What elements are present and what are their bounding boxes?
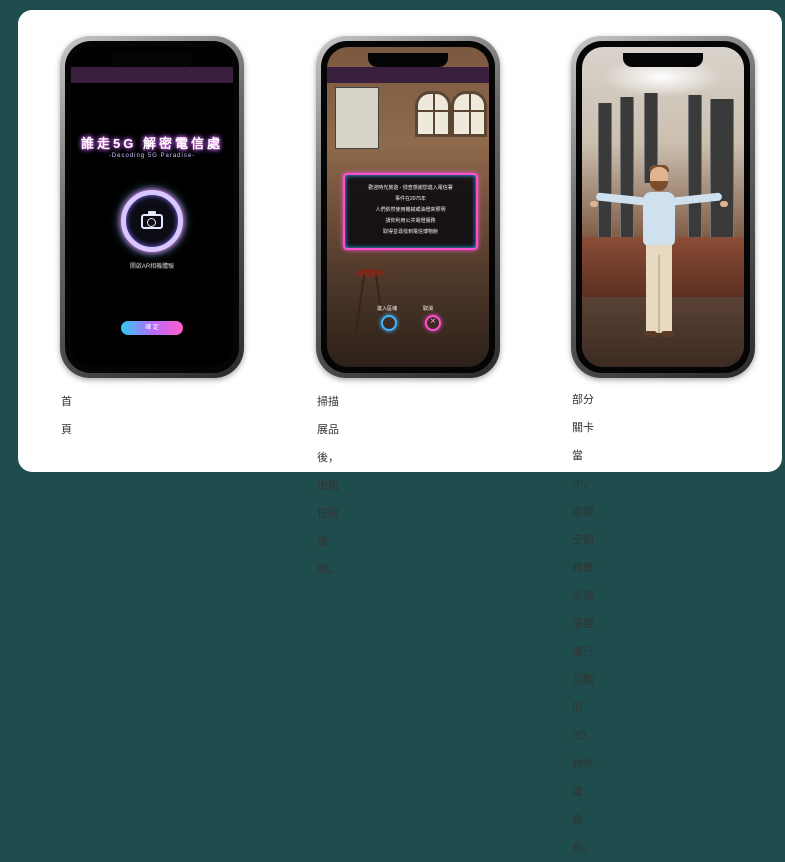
arched-window xyxy=(451,91,487,137)
enter-button[interactable] xyxy=(381,315,397,331)
phone-notch xyxy=(368,53,448,67)
equipment-rack xyxy=(688,95,702,245)
close-icon: × xyxy=(430,316,436,327)
arched-window xyxy=(415,91,451,137)
dialog-line: 請你利用公共電燈服務 xyxy=(385,218,436,224)
equipment-rack xyxy=(620,97,634,257)
camera-button[interactable] xyxy=(121,190,183,252)
caption-mission: 掃描展品後，出現任務說明。 xyxy=(317,388,339,584)
caption-home: 首頁 xyxy=(61,388,72,444)
dialog-line: 取得並尋找到電信博物館 xyxy=(382,229,438,235)
character-legs xyxy=(646,245,672,333)
phone-screen-mission: 歡迎時光旅遊 - 偵查感謝您進入電信署 事件在2075年 人們依然使用機械或油燈… xyxy=(327,47,489,367)
phone-screen-3d xyxy=(582,47,744,367)
character-torso xyxy=(643,192,675,246)
app-title: 誰走5G 解密電信處 xyxy=(81,136,223,151)
camera-icon xyxy=(141,211,163,229)
phone-mockup-3d xyxy=(571,36,755,378)
phone-mockup-mission: 歡迎時光旅遊 - 偵查感謝您進入電信署 事件在2075年 人們依然使用機械或油燈… xyxy=(316,36,500,378)
equipment-rack xyxy=(710,99,734,239)
exhibit-poster xyxy=(335,87,379,149)
dialog-line: 歡迎時光旅遊 - 偵查感謝您進入電信署 xyxy=(368,185,453,191)
app-subtitle: -Decoding 5G Paradise- xyxy=(108,153,196,159)
equipment-rack xyxy=(598,103,612,253)
cancel-label: 取消 xyxy=(423,306,434,312)
cancel-button[interactable]: × xyxy=(425,315,441,331)
caption-line: 掃描展品後，出現任務說明。 xyxy=(317,396,339,576)
status-bar xyxy=(327,67,489,83)
dialog-line: 事件在2075年 xyxy=(394,196,427,202)
phone-notch xyxy=(112,53,192,67)
phone-screen-home: 誰走5G 解密電信處 -Decoding 5G Paradise- 開啟AR相機… xyxy=(71,47,233,367)
status-bar xyxy=(71,67,233,83)
caption-line: 首頁 xyxy=(61,396,72,436)
caption-line: 出現需要進行互動的3D物件或 xyxy=(572,590,594,798)
mission-dialog: 歡迎時光旅遊 - 偵查感謝您進入電信署 事件在2075年 人們依然使用機械或油燈… xyxy=(343,173,478,250)
confirm-button[interactable]: 確 定 xyxy=(121,321,183,335)
dialog-line: 人們依然使用機械或油燈來照明 xyxy=(375,207,446,213)
bar-stool xyxy=(355,269,385,277)
caption-line: 角色。 xyxy=(572,814,594,854)
enter-label: 進入區塊 xyxy=(377,306,398,312)
ar-camera-hint: 開啟AR相機體驗 xyxy=(129,264,175,270)
phone-notch xyxy=(623,53,703,67)
caption-line: 部分關卡當中，虛擬空間將會 xyxy=(572,394,594,574)
caption-3d: 部分關卡當中，虛擬空間將會 出現需要進行互動的3D物件或 角色。 xyxy=(572,386,594,862)
phone-mockup-home: 誰走5G 解密電信處 -Decoding 5G Paradise- 開啟AR相機… xyxy=(60,36,244,378)
feature-card: 誰走5G 解密電信處 -Decoding 5G Paradise- 開啟AR相機… xyxy=(18,10,782,854)
